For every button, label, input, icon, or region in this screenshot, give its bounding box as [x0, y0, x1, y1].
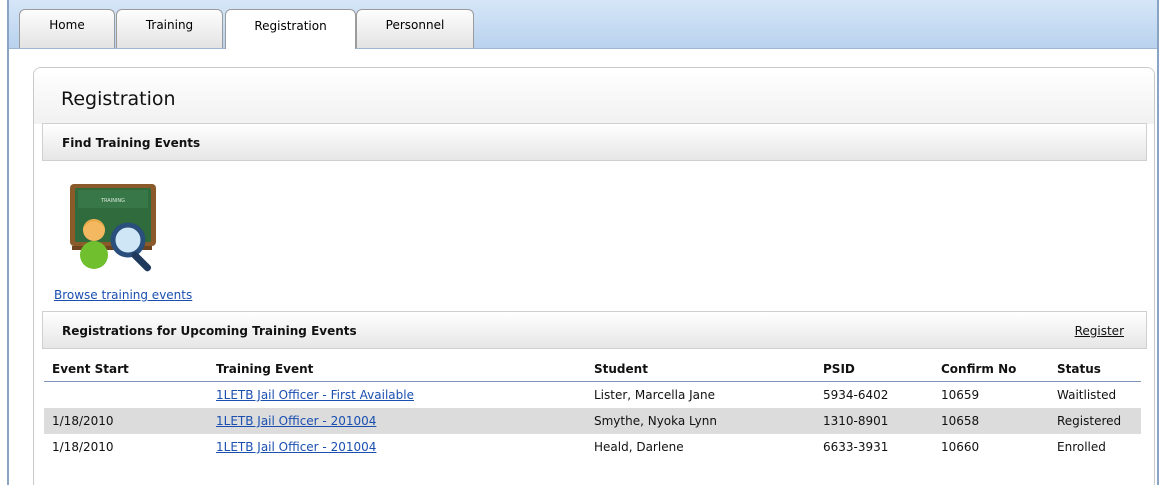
- cell-student: Heald, Darlene: [594, 440, 684, 454]
- col-confirm-no: Confirm No: [933, 357, 1049, 382]
- board-label: TRAINING: [100, 198, 125, 204]
- registrations-header: Registrations for Upcoming Training Even…: [42, 311, 1147, 349]
- col-student: Student: [586, 357, 815, 382]
- cell-training-event: 1LETB Jail Officer - First Available: [208, 382, 586, 409]
- cell-student: Smythe, Nyoka Lynn: [586, 408, 815, 434]
- window-border-left: [7, 0, 9, 485]
- tab-bar: Home Training Registration Personnel: [9, 0, 1157, 49]
- page-title: Registration: [61, 88, 176, 110]
- table-row: 1/18/2010 1LETB Jail Officer - 201004 Sm…: [44, 408, 1141, 434]
- cell-training-event: 1LETB Jail Officer - 201004: [208, 408, 586, 434]
- training-event-link[interactable]: 1LETB Jail Officer - 201004: [216, 414, 376, 428]
- cell-status: Registered: [1049, 408, 1141, 434]
- cell-event-start: 1/18/2010: [52, 440, 114, 454]
- tab-registration[interactable]: Registration: [225, 9, 356, 49]
- tab-home[interactable]: Home: [19, 9, 115, 48]
- section-title: Registrations for Upcoming Training Even…: [62, 324, 357, 338]
- training-board-search-icon[interactable]: TRAINING: [68, 182, 176, 274]
- magnifier-lens: [110, 222, 146, 258]
- section-title: Find Training Events: [62, 136, 201, 150]
- register-link[interactable]: Register: [1075, 324, 1124, 338]
- training-event-link[interactable]: 1LETB Jail Officer - First Available: [216, 388, 414, 402]
- cell-student: Lister, Marcella Jane: [594, 388, 715, 402]
- table-row: 1LETB Jail Officer - First Available Lis…: [44, 382, 1141, 409]
- cell-confirm-no: 10660: [941, 440, 980, 454]
- cell-event-start: [44, 382, 208, 409]
- table-header-row: Event Start Training Event Student PSID …: [44, 357, 1141, 382]
- panel-header: Registration: [34, 68, 1154, 124]
- content-panel: Registration Find Training Events TRAINI…: [33, 67, 1155, 485]
- person-body: [80, 241, 108, 269]
- cell-psid: 5934-6402: [823, 388, 889, 402]
- cell-event-start: 1/18/2010: [44, 408, 208, 434]
- cell-training-event: 1LETB Jail Officer - 201004: [208, 434, 586, 460]
- window-border-right: [1157, 0, 1159, 485]
- find-training-events-header: Find Training Events: [42, 123, 1147, 161]
- person-head: [83, 219, 105, 241]
- browse-training-events-link[interactable]: Browse training events: [54, 288, 192, 302]
- training-event-link[interactable]: 1LETB Jail Officer - 201004: [216, 440, 376, 454]
- col-psid: PSID: [815, 357, 933, 382]
- cell-confirm-no: 10658: [933, 408, 1049, 434]
- cell-psid: 6633-3931: [823, 440, 889, 454]
- magnifier-handle: [131, 251, 152, 272]
- col-event-start: Event Start: [44, 357, 208, 382]
- col-training-event: Training Event: [208, 357, 586, 382]
- cell-psid: 1310-8901: [815, 408, 933, 434]
- registrations-table: Event Start Training Event Student PSID …: [44, 357, 1141, 460]
- col-status: Status: [1049, 357, 1141, 382]
- cell-status: Waitlisted: [1057, 388, 1117, 402]
- cell-confirm-no: 10659: [941, 388, 980, 402]
- cell-status: Enrolled: [1057, 440, 1106, 454]
- table-row: 1/18/2010 1LETB Jail Officer - 201004 He…: [44, 434, 1141, 460]
- tab-training[interactable]: Training: [116, 9, 223, 48]
- tab-personnel[interactable]: Personnel: [356, 9, 474, 48]
